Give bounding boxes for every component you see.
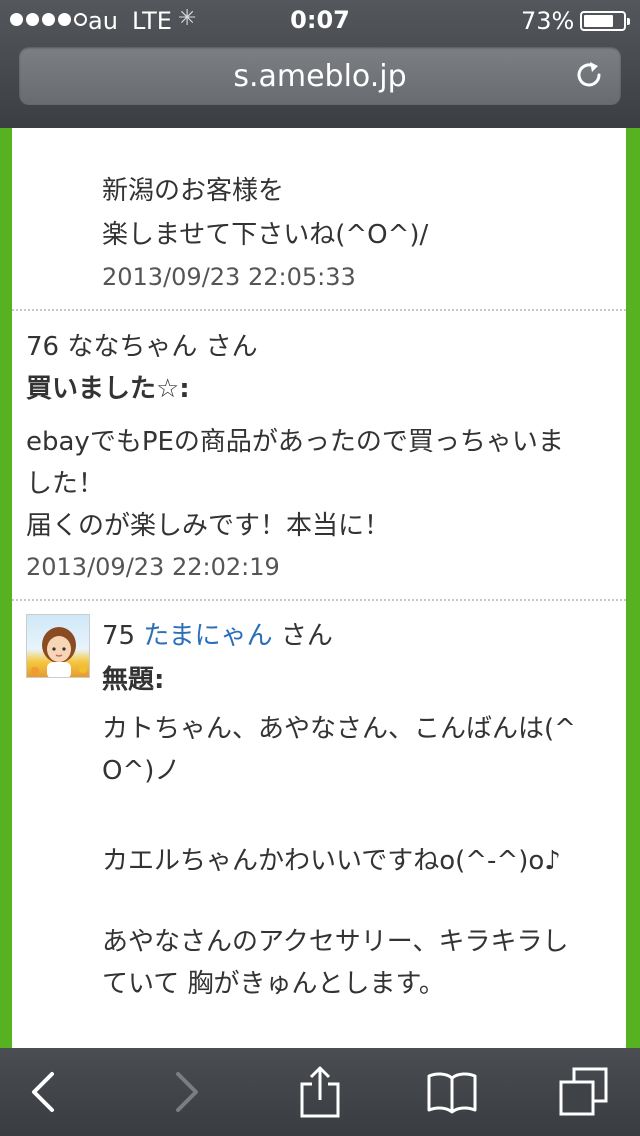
comment-body-line: 楽しませて下さいね(^O^)/ [102,220,429,250]
comment-body-line: 届くのが楽しみです！本当に！ [26,511,391,541]
comment-header: 75 たまにゃん さん [102,619,333,653]
battery-percentage: 73% [521,7,575,35]
reload-icon[interactable] [573,59,605,91]
comment-body-line: あやなさんのアクセサリー、キラキラし [102,927,569,957]
battery-icon [580,11,630,31]
avatar[interactable] [26,614,90,678]
bookmarks-icon[interactable] [426,1066,478,1118]
comment-body-line: 新潟のお客様を [102,176,285,206]
comment-author-link[interactable]: たまにゃん [143,621,272,651]
comment-body-line: カエルちゃんかわいいですねo(^-^)o♪ [102,846,561,876]
comment-body-line: ebayでもPEの商品があったので買っちゃいま [26,427,564,457]
comment-body-line: ていて 胸がきゅんとします。 [102,969,445,999]
url-text: s.ameblo.jp [233,59,407,94]
comment-date: 2013/09/23 22:02:19 [26,553,280,581]
comment-honorific: さん [280,621,333,651]
comment-body-line: カトちゃん、あやなさん、こんばんは(^ [102,714,576,744]
comment-body-line: した！ [26,469,105,499]
comment-title: 買いました☆: [26,374,190,404]
web-page: 新潟のお客様を 楽しませて下さいね(^O^)/ 2013/09/23 22:05… [0,128,640,1048]
comment-number: 76 [26,332,60,362]
browser-top-bar: au LTE ✳ 0:07 73% s.ameblo.jp [0,0,640,128]
comment-divider [12,599,626,601]
tabs-icon[interactable] [558,1066,610,1118]
comment-honorific: さん [205,332,258,362]
back-icon[interactable] [20,1066,72,1118]
forward-icon[interactable] [160,1066,212,1118]
comment-divider [12,309,626,311]
comment-list: 新潟のお客様を 楽しませて下さいね(^O^)/ 2013/09/23 22:05… [12,128,626,1048]
comment-date: 2013/09/23 22:05:33 [102,263,356,291]
comment-header: 76 ななちゃん さん [26,330,258,364]
comment-title: 無題: [102,665,165,695]
comment-number: 75 [102,621,136,651]
comment-author: ななちゃん [67,332,198,362]
share-icon[interactable] [294,1066,346,1118]
avatar-image [31,627,87,677]
status-bar: au LTE ✳ 0:07 73% [0,0,640,40]
browser-toolbar [0,1048,640,1136]
address-bar[interactable]: s.ameblo.jp [19,47,621,105]
comment-body-line: O^)ノ [102,756,181,786]
